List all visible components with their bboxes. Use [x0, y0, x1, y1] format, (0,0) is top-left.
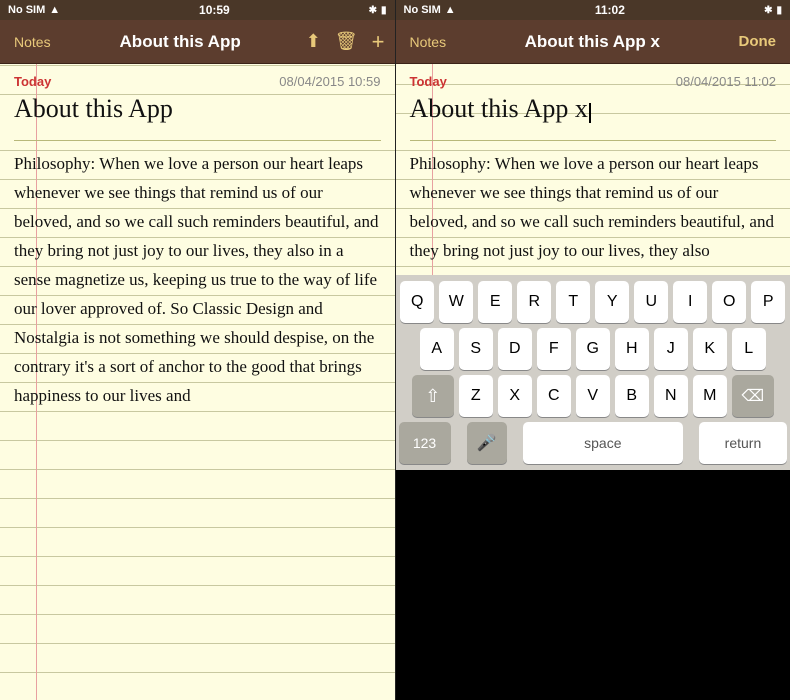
key-c[interactable]: C [537, 375, 571, 417]
left-date-today: Today [14, 74, 51, 89]
add-icon[interactable]: + [370, 27, 387, 57]
key-j[interactable]: J [654, 328, 688, 370]
right-wifi-icon: ▲ [445, 4, 456, 16]
left-nav-bar: Notes About this App ⬆ 🗑 + [0, 20, 395, 64]
key-n[interactable]: N [654, 375, 688, 417]
left-battery-icon: ▮ [381, 5, 387, 16]
right-note-divider [410, 140, 777, 141]
keyboard-bottom-row: 123 🎤 space return [399, 422, 788, 464]
right-status-right: ✱ ▮ [764, 5, 782, 16]
key-o[interactable]: O [712, 281, 746, 323]
left-time: 10:59 [199, 3, 230, 17]
right-time: 11:02 [595, 3, 625, 17]
key-i[interactable]: I [673, 281, 707, 323]
return-key[interactable]: return [699, 422, 787, 464]
key-y[interactable]: Y [595, 281, 629, 323]
key-w[interactable]: W [439, 281, 473, 323]
key-r[interactable]: R [517, 281, 551, 323]
left-note-divider [14, 140, 381, 141]
mic-key[interactable]: 🎤 [467, 422, 507, 464]
key-m[interactable]: M [693, 375, 727, 417]
right-date-full: 08/04/2015 11:02 [676, 74, 776, 89]
left-back-button[interactable]: Notes [8, 30, 57, 54]
left-status-bar: No SIM ▲ 10:59 ✱ ▮ [0, 0, 395, 20]
right-date-row: Today 08/04/2015 11:02 [410, 74, 777, 89]
left-wifi-icon: ▲ [49, 4, 60, 16]
left-bt-icon: ✱ [369, 5, 377, 16]
key-z[interactable]: Z [459, 375, 493, 417]
left-status-right: ✱ ▮ [369, 5, 387, 16]
space-label: space [584, 435, 621, 451]
text-cursor [589, 103, 591, 123]
numbers-label: 123 [413, 435, 436, 451]
right-note-body: Philosophy: When we love a person our he… [410, 149, 777, 265]
numbers-key[interactable]: 123 [399, 422, 451, 464]
left-status-left: No SIM ▲ [8, 4, 60, 16]
right-date-today: Today [410, 74, 447, 89]
left-note-title: About this App [14, 93, 381, 124]
shift-key[interactable]: ⇧ [412, 375, 454, 417]
keyboard-row-2: A S D F G H J K L [399, 328, 788, 370]
keyboard: Q W E R T Y U I O P A S D F G H J K L ⇧ … [396, 275, 790, 470]
key-h[interactable]: H [615, 328, 649, 370]
right-status-left: No SIM ▲ [404, 4, 456, 16]
left-note-area: Today 08/04/2015 10:59 About this App Ph… [0, 64, 395, 700]
right-nav-title: About this App x [452, 32, 732, 52]
left-nav-title: About this App [57, 32, 304, 52]
key-a[interactable]: A [420, 328, 454, 370]
right-note-area: Today 08/04/2015 11:02 About this App x … [396, 64, 790, 275]
key-b[interactable]: B [615, 375, 649, 417]
key-x[interactable]: X [498, 375, 532, 417]
right-nav-bar: Notes About this App x Done [396, 20, 790, 64]
done-button[interactable]: Done [733, 29, 783, 54]
right-back-button[interactable]: Notes [404, 30, 453, 54]
key-k[interactable]: K [693, 328, 727, 370]
key-v[interactable]: V [576, 375, 610, 417]
key-p[interactable]: P [751, 281, 785, 323]
right-bt-icon: ✱ [764, 5, 772, 16]
left-phone-panel: No SIM ▲ 10:59 ✱ ▮ Notes About this App … [0, 0, 395, 700]
right-battery-icon: ▮ [776, 5, 782, 16]
left-note-body: Philosophy: When we love a person our he… [14, 149, 381, 410]
key-t[interactable]: T [556, 281, 590, 323]
key-e[interactable]: E [478, 281, 512, 323]
right-carrier: No SIM [404, 4, 441, 16]
key-d[interactable]: D [498, 328, 532, 370]
backspace-key[interactable]: ⌫ [732, 375, 774, 417]
left-date-full: 08/04/2015 10:59 [279, 74, 380, 89]
left-carrier: No SIM [8, 4, 45, 16]
keyboard-row-3: ⇧ Z X C V B N M ⌫ [399, 375, 788, 417]
keyboard-row-1: Q W E R T Y U I O P [399, 281, 788, 323]
key-q[interactable]: Q [400, 281, 434, 323]
key-l[interactable]: L [732, 328, 766, 370]
trash-icon[interactable]: 🗑 [333, 29, 360, 54]
right-note-title: About this App x [410, 93, 777, 124]
key-u[interactable]: U [634, 281, 668, 323]
right-status-bar: No SIM ▲ 11:02 ✱ ▮ [396, 0, 790, 20]
right-nav-actions: Done [733, 29, 783, 54]
left-date-row: Today 08/04/2015 10:59 [14, 74, 381, 89]
key-g[interactable]: G [576, 328, 610, 370]
left-nav-actions: ⬆ 🗑 + [304, 27, 387, 57]
return-label: return [725, 435, 762, 451]
key-s[interactable]: S [459, 328, 493, 370]
right-phone-panel: No SIM ▲ 11:02 ✱ ▮ Notes About this App … [396, 0, 790, 700]
right-note-title-text: About this App x [410, 94, 588, 123]
share-icon[interactable]: ⬆ [304, 29, 323, 54]
space-key[interactable]: space [523, 422, 683, 464]
key-f[interactable]: F [537, 328, 571, 370]
